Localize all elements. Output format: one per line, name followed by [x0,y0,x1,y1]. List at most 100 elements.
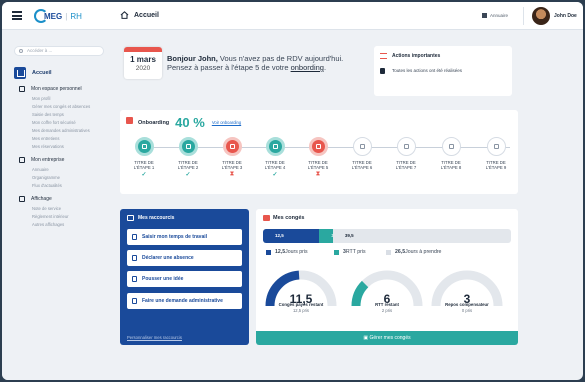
legend-rtt-taken: 3 RTT pris [334,249,366,255]
onboarding-link[interactable]: onbording [291,63,324,72]
submit-idea-button[interactable]: Pousser une idée [127,271,242,287]
sidebar-item-directory[interactable]: Annuaire [32,167,49,172]
gauge-sublabel: 12,5 pris [292,308,310,313]
sidebar-item-admin-requests[interactable]: Mes demandes administratives [32,128,90,133]
sidebar-item-interviews[interactable]: Mes entretiens [32,136,59,141]
leave-bar-segment: 12,5 [263,229,320,243]
step-label: TITRE DE L'ÉTAPE 3 [221,160,243,170]
calendar-day: 1 mars [130,55,156,64]
list-icon [380,53,387,59]
sidebar-item-time-entry[interactable]: Saisie des temps [32,112,64,117]
sidebar-item-leave[interactable]: Gérer mes congés et absences [32,104,90,109]
step-status-icon: ✓ [185,172,191,178]
onboarding-step[interactable]: TITRE DE L'ÉTAPE 2 ✓ [166,137,210,178]
search-input[interactable]: Accéder à ... [14,46,104,56]
sidebar-item-home[interactable]: Accueil [14,67,52,79]
sidebar-item-service-note[interactable]: Note de service [32,206,61,211]
checklist-icon [126,117,133,124]
step-label: TITRE DE L'ÉTAPE 4 [264,160,286,170]
step-glyph-icon [229,144,235,149]
leave-card: Mes congés 12,5339,5 12,5 Jours pris 3 R… [256,209,518,345]
step-glyph-icon [448,144,454,149]
leave-balance-bar: 12,5339,5 [263,229,511,243]
sidebar-section-company[interactable]: Mon entreprise [19,157,64,163]
copy-icon [19,196,25,202]
logo[interactable]: MEG | RH [34,9,82,23]
leave-gauge: 6 RTT restant 2 pris [349,266,425,313]
step-circle-icon [134,137,154,156]
declare-absence-button[interactable]: Déclarer une absence [127,250,242,266]
step-glyph-icon [315,144,321,149]
onboarding-step[interactable]: TITRE DE L'ÉTAPE 4 ✓ [253,137,297,178]
important-actions-card: Actions importantes Toutes les actions o… [374,46,512,96]
step-circle-icon [265,137,285,156]
step-glyph-icon [403,144,409,149]
document-icon [132,298,137,304]
avatar[interactable] [532,7,550,25]
grid-icon [19,157,25,163]
legend-days-taken: 12,5 Jours pris [266,249,308,255]
menu-icon[interactable] [12,11,22,20]
legend-swatch [334,249,339,255]
view-onboarding-link[interactable]: Voir onboarding [212,120,241,125]
leave-bar-segment: 3 [319,229,334,243]
step-circle-icon [441,137,461,156]
step-circle-icon [486,137,506,156]
card-title: Onboarding [138,119,170,126]
admin-request-button[interactable]: Faire une demande administrative [127,293,242,309]
onboarding-step[interactable]: TITRE DE L'ÉTAPE 8 [429,137,473,171]
enter-work-time-button[interactable]: Saisir mon temps de travail [127,229,242,245]
onboarding-percent: 40 % [175,115,205,130]
onboarding-step[interactable]: TITRE DE L'ÉTAPE 7 [384,137,428,171]
sidebar-item-rules[interactable]: Règlement intérieur [32,214,69,219]
onboarding-step[interactable]: TITRE DE L'ÉTAPE 6 [340,137,384,171]
onboarding-step[interactable]: TITRE DE L'ÉTAPE 5 ⧗ [296,137,340,178]
legend-swatch [266,249,271,255]
document-icon [132,255,137,261]
step-circle-icon [352,137,372,156]
manage-leave-button[interactable]: ▣ Gérer mes congés [256,331,518,345]
sidebar-item-profile[interactable]: Mon profil [32,96,50,101]
step-circle-icon [222,137,242,156]
step-label: TITRE DE L'ÉTAPE 2 [177,160,199,170]
sidebar-item-other-displays[interactable]: Autres affichages [32,222,64,227]
window-icon [127,215,134,221]
step-label: TITRE DE L'ÉTAPE 8 [440,160,462,170]
sidebar-item-bookings[interactable]: Mes réservations [32,144,64,149]
onboarding-card: Onboarding 40 % Voir onboarding TITRE DE… [120,110,518,194]
sidebar-section-personal[interactable]: Mon espace personnel [19,86,82,92]
sidebar-item-org-chart[interactable]: Organigramme [32,175,60,180]
onboarding-step[interactable]: TITRE DE L'ÉTAPE 9 [474,137,518,171]
top-bar: MEG | RH Accueil Annuaire John Doe [2,2,583,30]
lightbulb-icon [132,276,137,282]
sidebar: Accéder à ... Accueil Mon espace personn… [2,30,112,380]
onboarding-step[interactable]: TITRE DE L'ÉTAPE 3 ⧗ [210,137,254,178]
greeting-text: Bonjour John, Vous n'avez pas de RDV auj… [167,54,344,72]
calendar-date: 1 mars 2020 [124,47,162,79]
step-status-icon: ⧗ [229,171,235,177]
leave-bar-segment: 39,5 [332,229,511,243]
card-title: Actions importantes [392,53,441,59]
calendar-header [124,47,162,52]
actions-status: Toutes les actions ont été réalisées [392,68,463,73]
gauge-value: 3 [463,292,471,306]
user-name[interactable]: John Doe [554,13,577,19]
step-status-icon: ✓ [141,172,147,178]
gauge-sublabel: 2 pris [381,308,393,313]
customize-shortcuts-link[interactable]: Personnaliser mes raccourcis [127,335,182,340]
onboarding-step[interactable]: TITRE DE L'ÉTAPE 1 ✓ [122,137,166,178]
gauge-sublabel: 0 pris [461,308,473,313]
step-label: TITRE DE L'ÉTAPE 6 [351,160,373,170]
calendar-year: 2020 [135,65,151,72]
sidebar-item-news-feed[interactable]: Flux d'actualités [32,183,62,188]
person-icon [19,86,25,92]
sidebar-section-display[interactable]: Affichage [19,196,52,202]
gauge-value: 11,5 [289,292,313,306]
leave-gauge: 3 Repos compensateur 0 pris [429,266,505,313]
gauge-value: 6 [383,292,391,306]
clipboard-icon [380,68,385,74]
directory-link[interactable]: Annuaire [482,13,508,18]
step-status-icon: ⧗ [315,171,321,177]
sidebar-item-safe[interactable]: Mon coffre fort sécurisé [32,120,76,125]
step-glyph-icon [141,144,147,149]
